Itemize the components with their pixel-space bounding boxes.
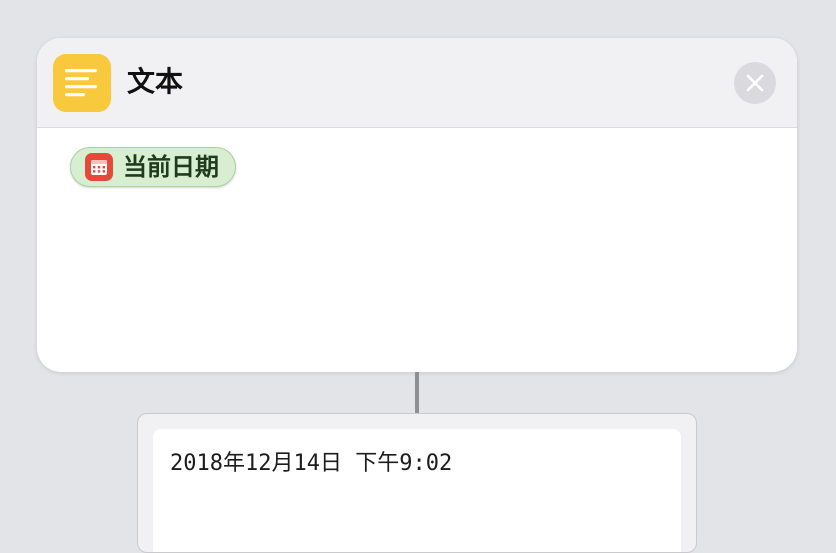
text-input-area[interactable]: 当前日期 — [37, 128, 797, 372]
variable-label: 当前日期 — [123, 153, 219, 181]
current-date-variable-token[interactable]: 当前日期 — [70, 147, 236, 187]
action-title: 文本 — [127, 65, 184, 98]
action-header: 文本 — [37, 38, 797, 128]
result-card: 2018年12月14日 下午9:02 — [137, 413, 697, 553]
close-button[interactable] — [734, 62, 776, 104]
action-connector-line — [415, 372, 419, 414]
result-text: 2018年12月14日 下午9:02 — [170, 451, 453, 476]
text-action-card: 文本 当前日期 — [37, 38, 797, 372]
calendar-icon — [85, 153, 113, 181]
close-icon — [746, 74, 764, 92]
text-lines-icon — [53, 54, 111, 112]
result-output-box: 2018年12月14日 下午9:02 — [153, 429, 681, 552]
